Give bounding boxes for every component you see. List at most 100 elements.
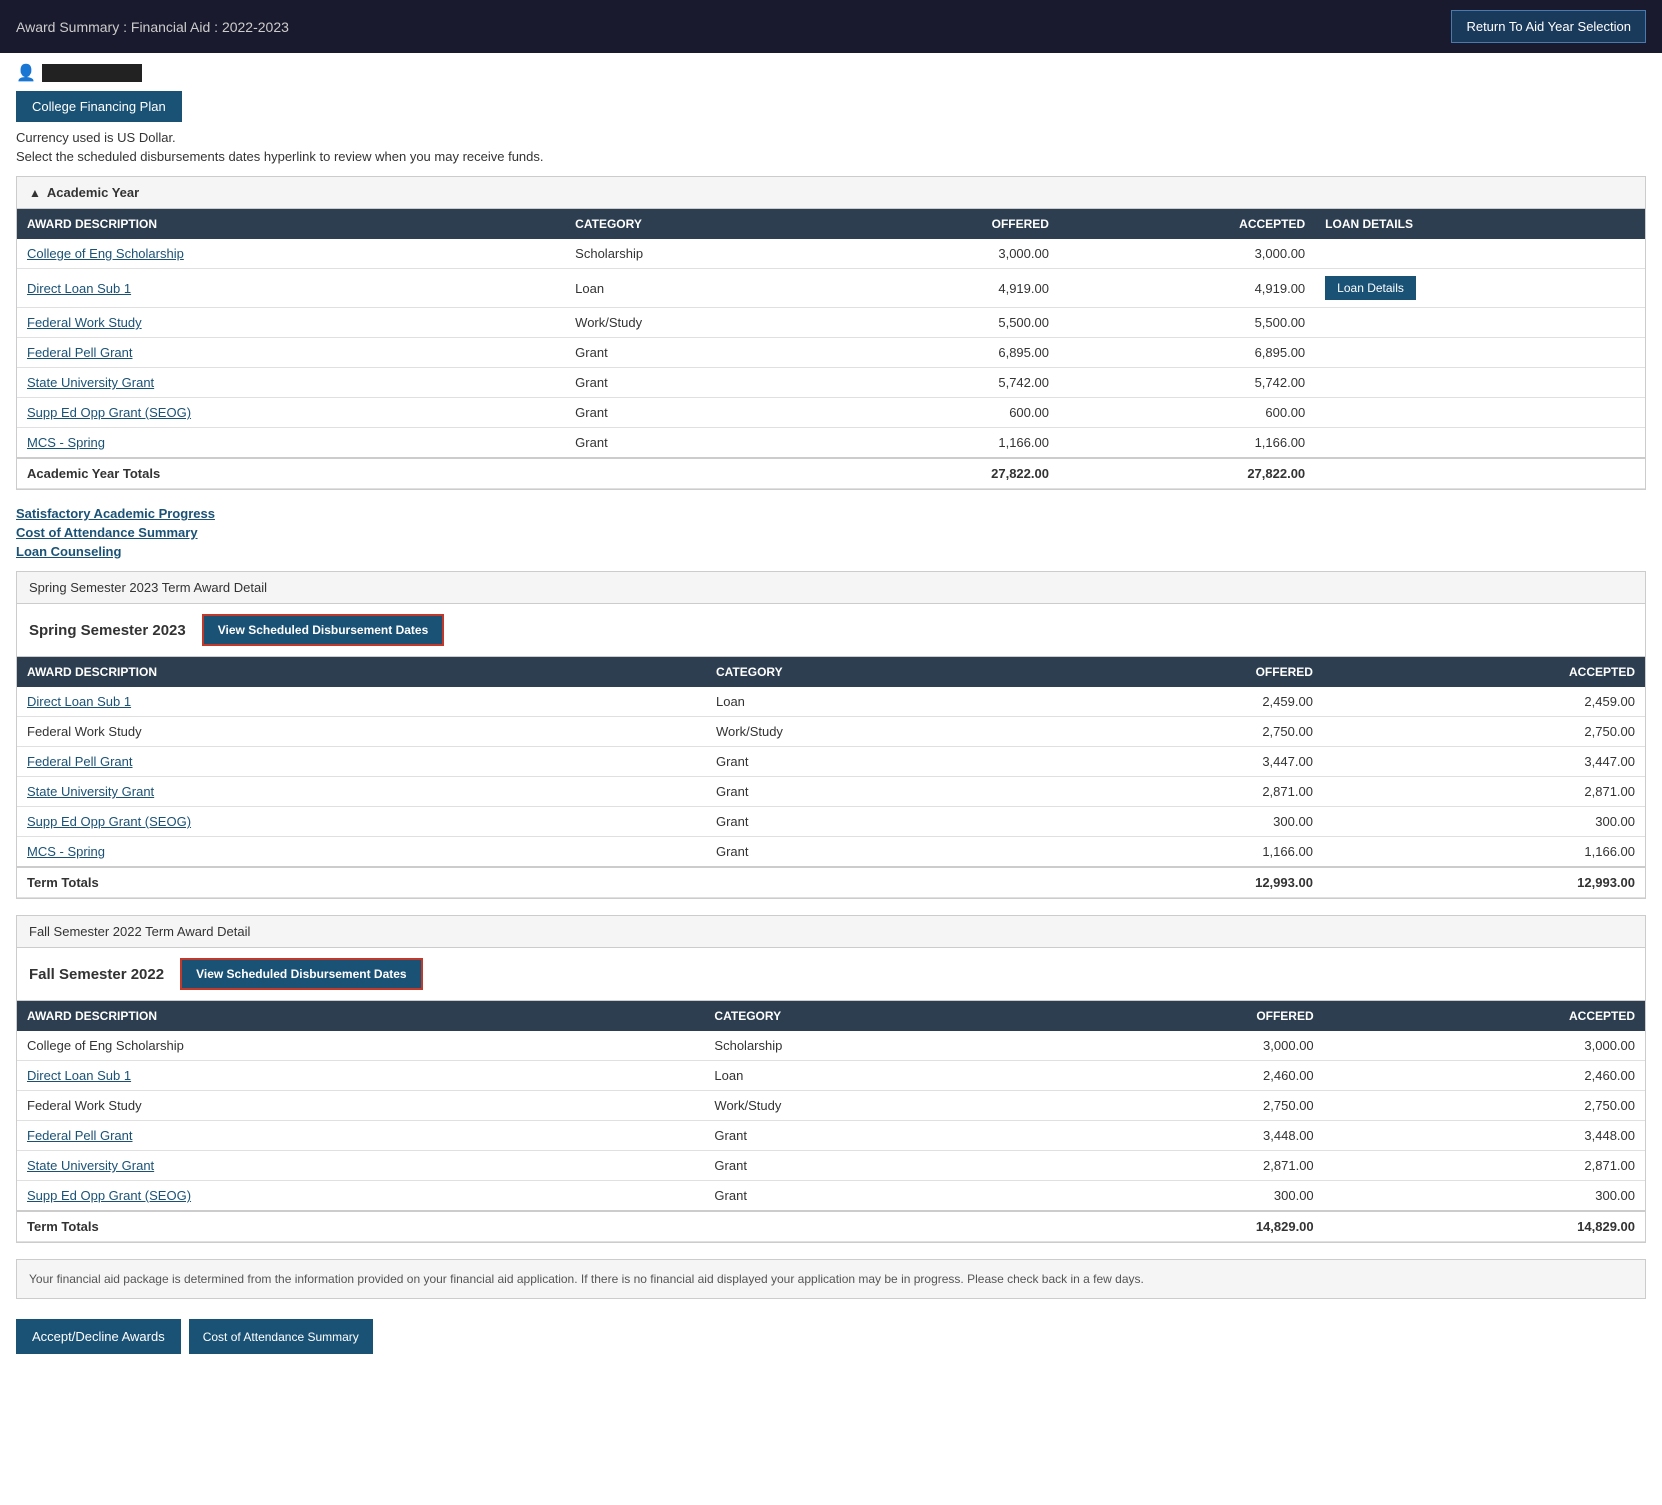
award-desc-cell[interactable]: State University Grant <box>17 1151 704 1181</box>
award-desc-cell[interactable]: Supp Ed Opp Grant (SEOG) <box>17 398 565 428</box>
bottom-buttons: Accept/Decline Awards Cost of Attendance… <box>16 1311 1646 1362</box>
accept-decline-button[interactable]: Accept/Decline Awards <box>16 1319 181 1354</box>
table-row: Direct Loan Sub 1 Loan 2,460.00 2,460.00 <box>17 1061 1645 1091</box>
toggle-icon[interactable]: ▲ <box>29 186 41 200</box>
page-header: Award Summary : Financial Aid : 2022-202… <box>0 0 1662 53</box>
table-row: MCS - Spring Grant 1,166.00 1,166.00 <box>17 837 1645 868</box>
academic-year-title: Academic Year <box>47 185 139 200</box>
loan-details-button[interactable]: Loan Details <box>1325 276 1416 300</box>
totals-row: Academic Year Totals 27,822.00 27,822.00 <box>17 458 1645 489</box>
offered-cell: 3,000.00 <box>827 239 1059 269</box>
table-row: Supp Ed Opp Grant (SEOG) Grant 600.00 60… <box>17 398 1645 428</box>
col-award-desc: AWARD DESCRIPTION <box>17 209 565 239</box>
offered-cell: 3,448.00 <box>1033 1121 1324 1151</box>
academic-year-section: ▲ Academic Year AWARD DESCRIPTION CATEGO… <box>16 176 1646 490</box>
table-row: Federal Work Study Work/Study 5,500.00 5… <box>17 308 1645 338</box>
loan-counseling-link[interactable]: Loan Counseling <box>16 544 1646 559</box>
accepted-cell: 1,166.00 <box>1323 837 1645 868</box>
offered-cell: 2,750.00 <box>1032 717 1323 747</box>
accepted-cell: 2,750.00 <box>1324 1091 1645 1121</box>
category-cell: Grant <box>565 338 827 368</box>
loan-details-cell[interactable]: Loan Details <box>1315 269 1645 308</box>
award-desc-cell[interactable]: Direct Loan Sub 1 <box>17 687 706 717</box>
fall-view-disbursement-button[interactable]: View Scheduled Disbursement Dates <box>180 958 423 990</box>
fall-col-category: CATEGORY <box>704 1001 1032 1031</box>
col-category: CATEGORY <box>565 209 827 239</box>
table-row: State University Grant Grant 5,742.00 5,… <box>17 368 1645 398</box>
award-desc-cell[interactable]: Direct Loan Sub 1 <box>17 1061 704 1091</box>
award-desc-cell[interactable]: MCS - Spring <box>17 837 706 868</box>
table-row: College of Eng Scholarship Scholarship 3… <box>17 239 1645 269</box>
category-cell: Grant <box>706 747 1032 777</box>
award-desc-cell[interactable]: Direct Loan Sub 1 <box>17 269 565 308</box>
totals-offered: 27,822.00 <box>827 458 1059 489</box>
category-cell: Grant <box>565 368 827 398</box>
accepted-cell: 5,742.00 <box>1059 368 1315 398</box>
award-desc-cell[interactable]: Federal Work Study <box>17 308 565 338</box>
user-name <box>42 64 142 82</box>
totals-label: Academic Year Totals <box>17 458 565 489</box>
table-row: MCS - Spring Grant 1,166.00 1,166.00 <box>17 428 1645 459</box>
category-cell: Loan <box>565 269 827 308</box>
spring-term-title: Spring Semester 2023 <box>29 622 186 639</box>
fall-term-section: Fall Semester 2022 Term Award Detail Fal… <box>16 915 1646 1243</box>
offered-cell: 2,460.00 <box>1033 1061 1324 1091</box>
offered-cell: 600.00 <box>827 398 1059 428</box>
footer-note: Your financial aid package is determined… <box>16 1259 1646 1299</box>
offered-cell: 5,742.00 <box>827 368 1059 398</box>
main-content: 👤 College Financing Plan Currency used i… <box>0 53 1662 1372</box>
accepted-cell: 3,000.00 <box>1059 239 1315 269</box>
table-row: State University Grant Grant 2,871.00 2,… <box>17 1151 1645 1181</box>
spring-col-category: CATEGORY <box>706 657 1032 687</box>
award-desc-cell: College of Eng Scholarship <box>17 1031 704 1061</box>
accepted-cell: 300.00 <box>1323 807 1645 837</box>
category-cell: Grant <box>706 807 1032 837</box>
table-row: College of Eng Scholarship Scholarship 3… <box>17 1031 1645 1061</box>
award-desc-cell[interactable]: State University Grant <box>17 777 706 807</box>
header-sep1: : <box>123 19 131 35</box>
return-to-aid-year-button[interactable]: Return To Aid Year Selection <box>1451 10 1646 43</box>
accepted-cell: 600.00 <box>1059 398 1315 428</box>
table-row: Supp Ed Opp Grant (SEOG) Grant 300.00 30… <box>17 807 1645 837</box>
offered-cell: 2,750.00 <box>1033 1091 1324 1121</box>
offered-cell: 300.00 <box>1033 1181 1324 1212</box>
col-loan-details: LOAN DETAILS <box>1315 209 1645 239</box>
accepted-cell: 2,459.00 <box>1323 687 1645 717</box>
spring-term-section: Spring Semester 2023 Term Award Detail S… <box>16 571 1646 899</box>
award-desc-cell: Federal Work Study <box>17 717 706 747</box>
offered-cell: 2,871.00 <box>1033 1151 1324 1181</box>
table-row: Federal Pell Grant Grant 3,448.00 3,448.… <box>17 1121 1645 1151</box>
category-cell: Loan <box>706 687 1032 717</box>
award-desc-cell[interactable]: Federal Pell Grant <box>17 1121 704 1151</box>
award-desc-cell[interactable]: State University Grant <box>17 368 565 398</box>
coa-summary-button[interactable]: Cost of Attendance Summary <box>189 1319 373 1354</box>
award-desc-cell[interactable]: College of Eng Scholarship <box>17 239 565 269</box>
award-desc-cell[interactable]: Federal Pell Grant <box>17 747 706 777</box>
offered-cell: 3,000.00 <box>1033 1031 1324 1061</box>
offered-cell: 2,871.00 <box>1032 777 1323 807</box>
sap-link[interactable]: Satisfactory Academic Progress <box>16 506 1646 521</box>
user-icon: 👤 <box>16 63 36 83</box>
col-accepted: ACCEPTED <box>1059 209 1315 239</box>
award-desc-cell[interactable]: Federal Pell Grant <box>17 338 565 368</box>
fall-col-accepted: ACCEPTED <box>1324 1001 1645 1031</box>
award-desc-cell[interactable]: Supp Ed Opp Grant (SEOG) <box>17 1181 704 1212</box>
spring-view-disbursement-button[interactable]: View Scheduled Disbursement Dates <box>202 614 445 646</box>
spring-term-section-header: Spring Semester 2023 Term Award Detail <box>17 572 1645 604</box>
accepted-cell: 1,166.00 <box>1059 428 1315 459</box>
award-desc-cell[interactable]: MCS - Spring <box>17 428 565 459</box>
spring-col-award-desc: AWARD DESCRIPTION <box>17 657 706 687</box>
coa-link[interactable]: Cost of Attendance Summary <box>16 525 1646 540</box>
table-row: Federal Pell Grant Grant 3,447.00 3,447.… <box>17 747 1645 777</box>
totals-cat <box>706 867 1032 898</box>
table-row: State University Grant Grant 2,871.00 2,… <box>17 777 1645 807</box>
header-financial-aid: Financial Aid <box>131 19 210 35</box>
header-title: Award Summary : Financial Aid : 2022-202… <box>16 19 289 35</box>
totals-row: Term Totals 14,829.00 14,829.00 <box>17 1211 1645 1242</box>
college-financing-plan-button[interactable]: College Financing Plan <box>16 91 182 122</box>
award-desc-cell[interactable]: Supp Ed Opp Grant (SEOG) <box>17 807 706 837</box>
fall-term-title: Fall Semester 2022 <box>29 966 164 983</box>
category-cell: Grant <box>565 428 827 459</box>
footer-note-text: Your financial aid package is determined… <box>29 1272 1144 1286</box>
accepted-cell: 2,871.00 <box>1324 1151 1645 1181</box>
